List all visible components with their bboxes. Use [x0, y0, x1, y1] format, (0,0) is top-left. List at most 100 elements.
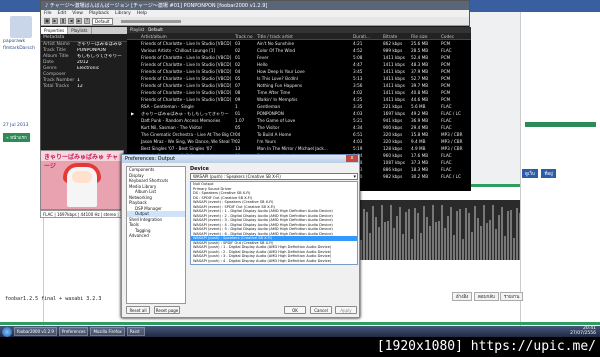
- device-option[interactable]: WASAPI (event) : 3 - Digital Display Aud…: [191, 218, 357, 223]
- play-icon[interactable]: ▶: [52, 18, 58, 24]
- menu-help[interactable]: Help: [137, 11, 147, 16]
- post-text: foobar1.2.5 final + wasabi 3.2.3: [5, 296, 102, 302]
- waveform-bar: [507, 210, 509, 260]
- taskbar-item-foobar[interactable]: foobar2000 v1.2.9: [14, 327, 57, 336]
- waveform-bar: [435, 222, 437, 260]
- tab-properties[interactable]: Properties: [41, 27, 69, 34]
- reply-button[interactable]: ตอบกลับ: [474, 292, 499, 301]
- tab-view[interactable]: ดูเว็บ: [522, 169, 538, 178]
- cell-file-size: 48.3 MB: [411, 62, 429, 67]
- cell-bitrate: 320 kbps: [383, 132, 403, 137]
- waveform-bar: [453, 234, 455, 260]
- device-option[interactable]: WASAPI (event) : 1 - Digital Display Aud…: [191, 209, 357, 214]
- waveform-bar: [372, 206, 374, 260]
- playlist-row[interactable]: Friends of Charlotte - Live In Studio [V…: [127, 96, 471, 103]
- playlist-row[interactable]: Jason Mraz - We Sing, We Dance, We Steal…: [127, 138, 471, 145]
- col-bitrate[interactable]: Bitrate: [383, 33, 411, 39]
- col-codec[interactable]: Codec: [441, 33, 471, 39]
- cell-bitrate: 941 kbps: [383, 118, 403, 123]
- tree-item[interactable]: Advanced: [127, 233, 185, 239]
- waveform-bar: [498, 215, 500, 260]
- playlist-row[interactable]: きゃりーぱみゅぱみゅ - もしもしってきゃりー01 PONPONPON 4:03 16…: [127, 110, 471, 117]
- nav-back-link[interactable]: « หน้าแรก: [3, 133, 30, 142]
- start-icon[interactable]: [2, 326, 12, 337]
- tab-playlists[interactable]: Playlists: [68, 27, 92, 34]
- taskbar-item-firefox[interactable]: Mozilla Firefox: [90, 327, 125, 336]
- menu-view[interactable]: View: [72, 11, 83, 16]
- device-option[interactable]: WASAPI (push) : 4 - Digital Display Audi…: [191, 259, 357, 264]
- playlist-row[interactable]: Friends of Charlotte - Live In Studio [V…: [127, 68, 471, 75]
- playlist-row[interactable]: Friends of Charlotte - Live In Studio [V…: [127, 61, 471, 68]
- cell-codec: FLAC: [441, 167, 452, 172]
- quote-button[interactable]: อ้างอิง: [452, 292, 473, 301]
- tab-location[interactable]: ที่อยู่: [541, 169, 556, 178]
- playlist-row[interactable]: The Cinematic Orchestra - Live At The Bi…: [127, 131, 471, 138]
- menu-file[interactable]: File: [44, 11, 52, 16]
- playlist-row[interactable]: Friends of Charlotte - Live In Studio [V…: [127, 89, 471, 96]
- prev-icon[interactable]: ◀: [68, 18, 74, 24]
- waveform-bar: [411, 239, 413, 260]
- dialog-title-text: Preferences: Output: [125, 156, 176, 162]
- cell-duration: 6:51: [353, 132, 363, 137]
- seek-bar[interactable]: [120, 19, 181, 23]
- waveform-bar: [393, 227, 395, 260]
- cell-bitrate: 1087 kbps: [383, 160, 405, 165]
- waveform-seekbar[interactable]: [360, 200, 520, 260]
- avatar[interactable]: [10, 16, 32, 38]
- menu-bar: File Edit View Playback Library Help: [41, 10, 469, 17]
- device-option[interactable]: WASAPI (event) : 5 - Digital Display Aud…: [191, 227, 357, 232]
- waveform-bar: [381, 205, 383, 260]
- col-artist-album[interactable]: Artist/album: [127, 33, 235, 39]
- pause-icon[interactable]: ❚: [60, 18, 66, 24]
- apply-button[interactable]: Apply: [335, 306, 357, 314]
- menu-library[interactable]: Library: [115, 11, 131, 16]
- cell-track-no: 13: [235, 146, 241, 151]
- reset-all-button[interactable]: Reset all: [126, 306, 150, 314]
- taskbar-item-paint[interactable]: Paint: [126, 327, 145, 336]
- ok-button[interactable]: OK: [284, 306, 306, 314]
- col-file-size[interactable]: File size: [411, 33, 441, 39]
- playlist-row[interactable]: Friends of Charlotte - Live In Studio [V…: [127, 40, 471, 47]
- reset-page-button[interactable]: Reset page: [154, 306, 180, 314]
- col-track-no[interactable]: Track no: [235, 33, 257, 39]
- metadata-row[interactable]: Total Tracks 12: [41, 84, 127, 90]
- cell-duration: 3:45: [353, 69, 363, 74]
- cell-bitrate: 128 kbps: [383, 146, 403, 151]
- playlist-row[interactable]: Daft Punk - Random Access Memories 1.07 Th…: [127, 117, 471, 124]
- waveform-bar: [477, 217, 479, 260]
- playlist-row[interactable]: RSA - Gentleman - Single 1 Gentleman 3:35 22…: [127, 103, 471, 110]
- playlist-row[interactable]: Best Singles '07 - Best Singles '07 13 Man…: [127, 145, 471, 152]
- next-icon[interactable]: ▶: [76, 18, 82, 24]
- random-icon[interactable]: ?: [84, 18, 90, 24]
- playlist-row[interactable]: Friends of Charlotte - Live In Studio [V…: [127, 82, 471, 89]
- col-duration[interactable]: Durati...: [353, 33, 383, 39]
- waveform-bar: [456, 211, 458, 260]
- device-heading: Device: [190, 166, 209, 172]
- waveform-bar: [423, 206, 425, 260]
- system-clock[interactable]: 20:41 27/07/2556: [570, 326, 596, 336]
- playback-order-select[interactable]: Default: [92, 17, 113, 25]
- cell-track-no: 01: [235, 111, 241, 116]
- playlist-row[interactable]: Friends of Charlotte - Live In Studio [V…: [127, 75, 471, 82]
- playlist-row[interactable]: Various Artists - Chillout Lounge [1] 02 C…: [127, 47, 471, 54]
- menu-playback[interactable]: Playback: [89, 11, 109, 16]
- report-button[interactable]: รายงาน: [500, 292, 524, 301]
- close-icon[interactable]: x: [346, 155, 358, 162]
- menu-edit[interactable]: Edit: [58, 11, 67, 16]
- cell-track-no: 08: [235, 90, 241, 95]
- playlist-row[interactable]: Kurt Nil, Sasman - The Visitor 05 The Visi…: [127, 124, 471, 131]
- col-title[interactable]: Title / track artist: [257, 33, 353, 39]
- stop-icon[interactable]: ■: [44, 18, 50, 24]
- playlist-row[interactable]: Friends of Charlotte - Live In Studio [V…: [127, 54, 471, 61]
- username[interactable]: paporawk: [0, 38, 43, 45]
- taskbar-item-preferences[interactable]: Preferences: [58, 327, 89, 336]
- cell-codec: MP3 / CBR: [441, 139, 463, 144]
- cell-artist-album: Friends of Charlotte - Live In Studio [V…: [141, 90, 232, 95]
- cancel-button[interactable]: Cancel: [310, 306, 332, 314]
- cell-bitrate: 1697 kbps: [383, 111, 405, 116]
- cell-file-size: 15.8 MB: [411, 132, 429, 137]
- cell-file-size: 40.8 MB: [411, 90, 429, 95]
- waveform-bar: [513, 237, 515, 260]
- device-select[interactable]: WASAPI (push) : Speakers (Creative SB X-…: [190, 173, 358, 180]
- waveform-bar: [501, 206, 503, 260]
